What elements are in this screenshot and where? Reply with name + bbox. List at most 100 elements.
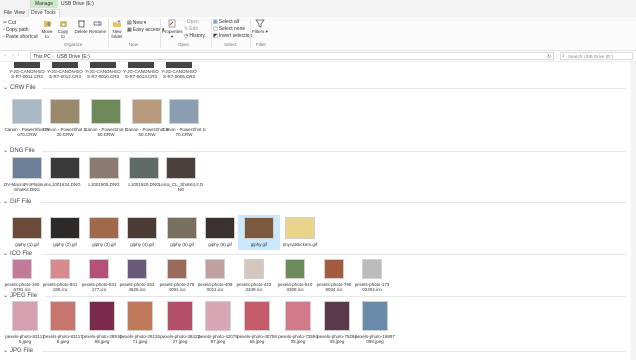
group-header-jpg[interactable]: ⌄ JPG File: [3, 347, 33, 355]
select-none-button[interactable]: ▢ Select none: [213, 26, 245, 32]
tab-drive-tools[interactable]: Drive Tools: [31, 9, 56, 17]
file-name[interactable]: pexels-photo-16887058.jpeg: [354, 334, 396, 344]
file-name[interactable]: Y-JG-CANON-EOS-R7-0005.CR3: [160, 69, 198, 79]
file-thumbnail[interactable]: [127, 301, 153, 331]
file-thumbnail[interactable]: [362, 301, 388, 331]
file-name[interactable]: pexels-photo-1906791.ico: [4, 282, 40, 292]
new-folder-button[interactable]: New folder: [110, 19, 124, 39]
file-thumbnail[interactable]: [244, 217, 274, 239]
file-thumbnail[interactable]: [167, 217, 197, 239]
file-thumbnail[interactable]: [91, 99, 121, 124]
file-thumbnail[interactable]: [50, 259, 70, 279]
delete-button[interactable]: Delete: [74, 19, 88, 34]
file-thumbnail[interactable]: [129, 157, 159, 179]
file-thumbnail[interactable]: [12, 157, 42, 179]
breadcrumb-usb-drive[interactable]: USB Drive (E:): [57, 54, 90, 60]
file-name[interactable]: Leica_CL_ShotKit-2.DNG: [158, 182, 204, 192]
file-name[interactable]: pexels-photo-3842327.jpeg: [159, 334, 201, 344]
copy-to-button[interactable]: Copy to: [56, 19, 70, 39]
file-name[interactable]: pexels-photo-7909034.ico: [316, 282, 352, 292]
manage-context-tab[interactable]: Manage: [30, 0, 58, 8]
file-name[interactable]: pexels-photo-4080011.ico: [197, 282, 233, 292]
back-icon[interactable]: ←: [3, 52, 8, 58]
address-bar[interactable]: [30, 52, 554, 60]
file-thumbnail[interactable]: [324, 301, 350, 331]
file-name[interactable]: pexels-photo-831190.ico: [42, 282, 78, 292]
file-thumbnail[interactable]: [12, 259, 32, 279]
invert-selection-button[interactable]: ◩ Invert selection: [213, 33, 252, 39]
file-thumbnail[interactable]: [50, 301, 76, 331]
group-header-gif[interactable]: ⌄ GIF File: [3, 198, 31, 206]
copy-path-button[interactable]: ▫ Copy path: [3, 27, 29, 33]
file-thumbnail[interactable]: [362, 259, 382, 279]
file-name[interactable]: Canon - PowerShot S30.CRW: [42, 127, 88, 137]
file-thumbnail[interactable]: [50, 217, 80, 239]
file-name[interactable]: pexels-photo-2784091.ico: [159, 282, 195, 292]
vertical-scrollbar[interactable]: [631, 62, 636, 360]
file-name[interactable]: pexels-photo-4233349.ico: [236, 282, 272, 292]
group-header-dng[interactable]: ⌄ DNG File: [3, 147, 35, 155]
file-thumbnail[interactable]: [244, 301, 270, 331]
file-name[interactable]: pexels-photo-4075866.jpeg: [236, 334, 278, 344]
file-thumbnail[interactable]: [169, 99, 199, 124]
file-thumbnail[interactable]: [12, 301, 38, 331]
file-thumbnail[interactable]: [285, 259, 305, 279]
group-header-ico[interactable]: ⌄ ICO File: [3, 250, 32, 258]
file-name[interactable]: Y-JG-CANON-EOS-R7-0011.CR3: [8, 69, 46, 79]
file-thumbnail[interactable]: [90, 62, 116, 68]
rename-button[interactable]: Rename: [89, 19, 106, 34]
file-thumbnail[interactable]: [244, 259, 264, 279]
file-thumbnail[interactable]: [127, 259, 147, 279]
refresh-icon[interactable]: ↻: [547, 54, 551, 60]
easy-access-button[interactable]: ▦ Easy access ▾: [127, 27, 164, 33]
file-thumbnail[interactable]: [52, 62, 78, 68]
file-name[interactable]: Canon - PowerShot S50.CRW: [83, 127, 129, 137]
file-thumbnail[interactable]: [166, 157, 196, 179]
file-thumbnail[interactable]: [12, 217, 42, 239]
properties-button[interactable]: Properties ▾: [162, 19, 183, 39]
group-header-jpeg[interactable]: ⌄ JPEG File: [3, 292, 37, 300]
file-thumbnail[interactable]: [50, 157, 80, 179]
tab-file[interactable]: File: [4, 9, 12, 17]
file-name[interactable]: pexels-photo-4207997.jpeg: [197, 334, 239, 344]
history-button[interactable]: ◷ History: [184, 33, 205, 39]
file-name[interactable]: pexels-photo-831175.jpeg: [4, 334, 46, 344]
file-name[interactable]: pexels-photo-5103308.ico: [277, 282, 313, 292]
file-thumbnail[interactable]: [167, 301, 193, 331]
file-name[interactable]: pexels-photo-17302404.ico: [354, 282, 390, 292]
file-thumbnail[interactable]: [89, 259, 109, 279]
file-thumbnail[interactable]: [89, 301, 115, 331]
file-name[interactable]: pexels-photo-831177.ico: [81, 282, 117, 292]
file-thumbnail[interactable]: [89, 157, 119, 179]
file-name[interactable]: Canon - PowerShot S70.CRW: [161, 127, 207, 137]
file-name[interactable]: pexels-photo-2912871.jpeg: [119, 334, 161, 344]
file-name[interactable]: Y-JG-CANON-EOS-R7-0012.CR3: [46, 69, 84, 79]
file-name[interactable]: pexels-photo-2534526.ico: [119, 282, 155, 292]
file-thumbnail[interactable]: [285, 217, 315, 239]
file-thumbnail[interactable]: [127, 217, 157, 239]
file-name[interactable]: Y-JG-CANON-EOS-R7-0010.CR3: [84, 69, 122, 79]
file-thumbnail[interactable]: [285, 301, 311, 331]
forward-icon[interactable]: →: [10, 52, 15, 58]
up-icon[interactable]: ↑: [17, 52, 20, 58]
file-name[interactable]: pexels-photo-7359405.jpeg: [277, 334, 319, 344]
breadcrumb-this-pc[interactable]: This PC: [33, 54, 51, 60]
file-name[interactable]: tinycatstickers.gif: [277, 242, 323, 247]
select-all-button[interactable]: ▦ Select all: [213, 19, 239, 25]
file-thumbnail[interactable]: [132, 99, 162, 124]
filters-button[interactable]: Filters ▾: [252, 19, 268, 34]
open-button[interactable]: ▫ Open: [184, 19, 199, 25]
group-header-crw[interactable]: ⌄ CRW File: [3, 84, 36, 92]
file-thumbnail[interactable]: [128, 62, 154, 68]
file-thumbnail[interactable]: [205, 301, 231, 331]
file-name[interactable]: pexels-photo-7529405.jpeg: [316, 334, 358, 344]
tab-view[interactable]: View: [14, 9, 25, 17]
file-thumbnail[interactable]: [166, 62, 192, 68]
move-to-button[interactable]: Move to: [40, 19, 54, 39]
paste-shortcut-button[interactable]: ▫ Paste shortcut: [3, 34, 38, 40]
file-name[interactable]: pexels-photo-2891068.jpeg: [81, 334, 123, 344]
file-thumbnail[interactable]: [89, 217, 119, 239]
file-thumbnail[interactable]: [12, 99, 42, 124]
cut-button[interactable]: ✂ Cut: [3, 20, 16, 26]
file-name[interactable]: pexels-photo-831176.jpeg: [42, 334, 84, 344]
